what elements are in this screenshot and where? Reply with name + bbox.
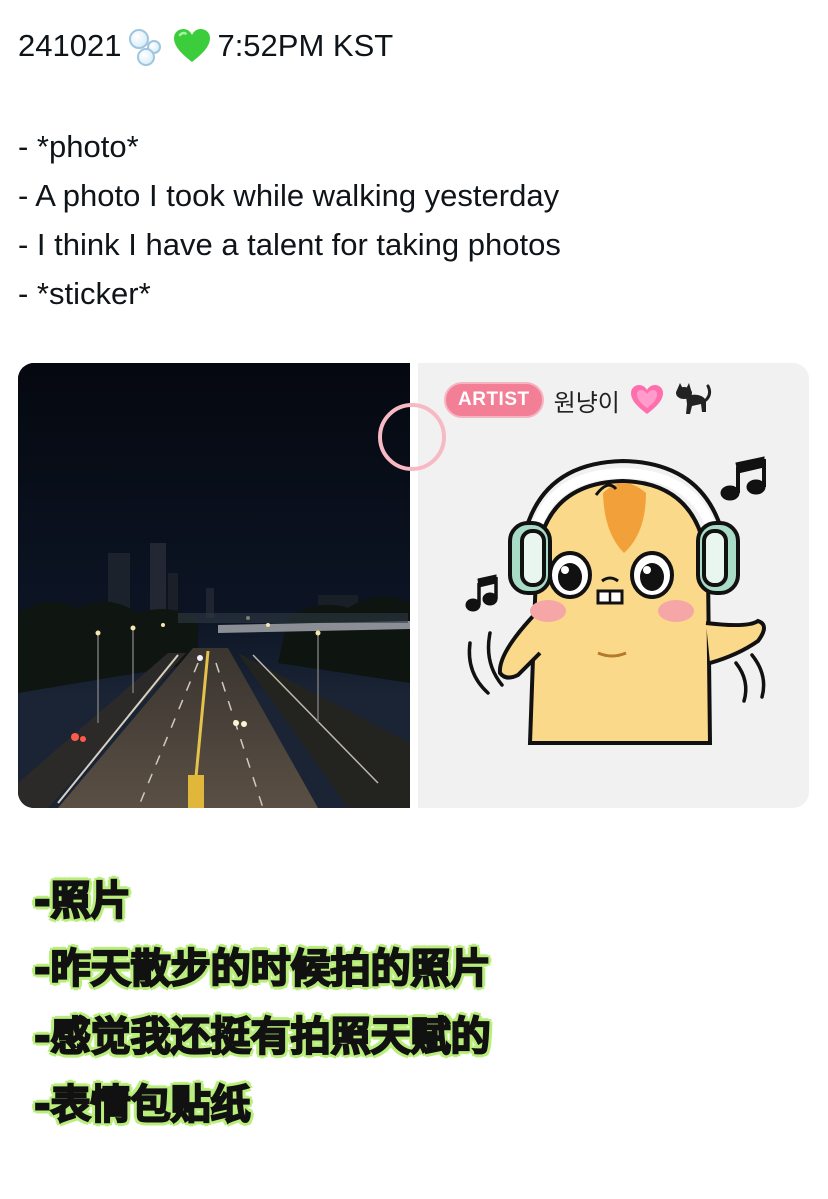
- media-grid: ARTIST 원냥이: [18, 363, 809, 808]
- translation-block: -照片 -昨天散步的时候拍的照片 -感觉我还挺有拍照天赋的 -表情包贴纸: [33, 867, 492, 1139]
- music-note-icon: [720, 456, 766, 501]
- post-time: 7:52PM KST: [217, 28, 394, 63]
- translation-line: -表情包贴纸: [33, 1081, 252, 1129]
- hamster-headphones-sticker: [465, 456, 766, 745]
- bubbles-icon: [127, 26, 167, 66]
- post-date: 241021: [18, 28, 122, 63]
- post-caption: - *photo* - A photo I took while walking…: [18, 122, 561, 318]
- translation-line: -感觉我还挺有拍照天赋的: [33, 1013, 492, 1061]
- translation-line: -昨天散步的时候拍的照片: [33, 945, 492, 993]
- caption-line: - *sticker*: [18, 276, 151, 311]
- night-highway-photo[interactable]: [18, 363, 410, 808]
- translation-line: -照片: [33, 877, 132, 925]
- caption-line: - *photo*: [18, 129, 139, 164]
- caption-line: - A photo I took while walking yesterday: [18, 178, 560, 213]
- caption-line: - I think I have a talent for taking pho…: [18, 227, 561, 262]
- post-header: 241021 7:52PM KST: [18, 26, 393, 66]
- photo-image: [18, 363, 410, 808]
- green-heart-icon: [174, 29, 211, 62]
- sticker-panel[interactable]: ARTIST 원냥이: [378, 363, 809, 808]
